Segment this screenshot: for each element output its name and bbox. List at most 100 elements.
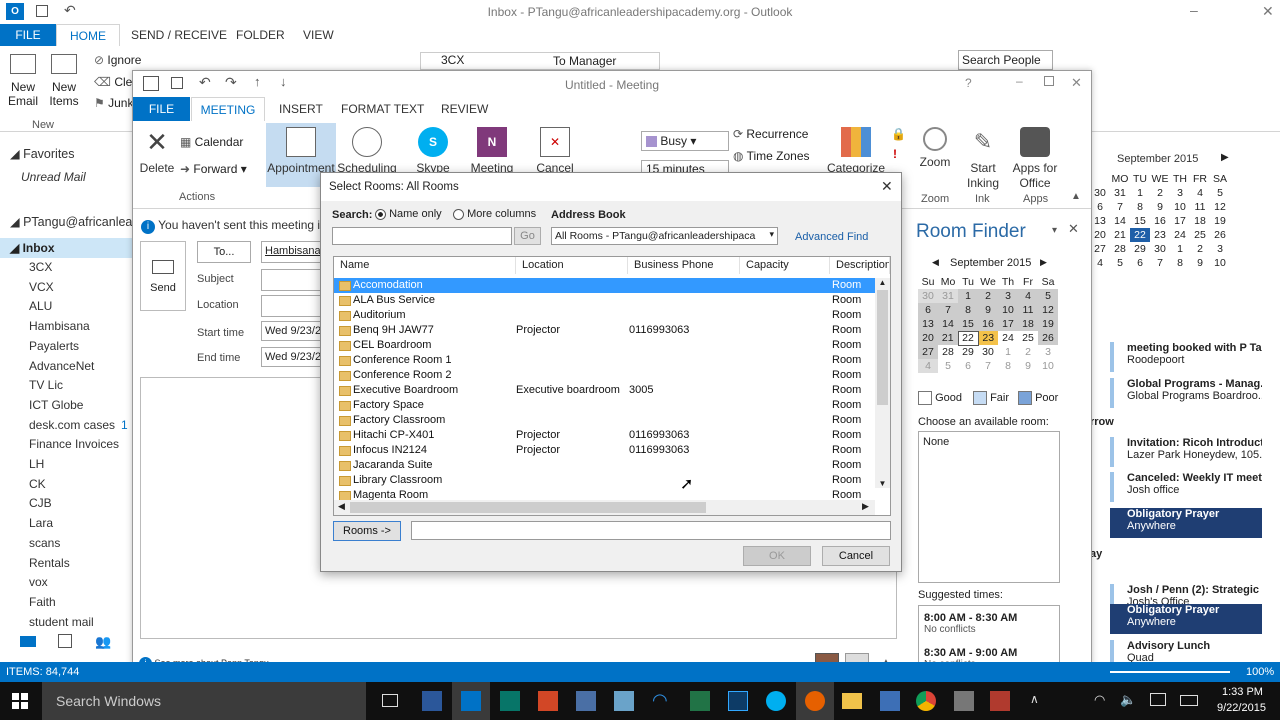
rf-day[interactable]: 30 xyxy=(918,289,938,303)
close-button[interactable]: ✕ xyxy=(1262,3,1274,20)
todo-day[interactable]: 12 xyxy=(1210,200,1230,214)
junk-button[interactable]: ⚑ Junk xyxy=(94,96,133,110)
show-as-select[interactable]: Busy ▾ xyxy=(641,131,729,151)
dialog-close-button[interactable]: ✕ xyxy=(881,178,893,195)
selected-rooms-field[interactable] xyxy=(411,521,891,540)
room-finder-menu-icon[interactable]: ▾ xyxy=(1052,225,1057,236)
cancel-meeting-button[interactable]: ✕ Cancel xyxy=(533,127,577,175)
todo-day[interactable]: 15 xyxy=(1130,214,1150,228)
rf-day[interactable]: 21 xyxy=(938,331,958,345)
todo-day[interactable]: 2 xyxy=(1150,186,1170,200)
app-taskbar-icon[interactable] xyxy=(614,691,634,711)
rf-day[interactable]: 8 xyxy=(958,303,978,317)
rf-day-selected[interactable]: 23 xyxy=(978,331,998,345)
favorites-header[interactable]: ◢ Favorites xyxy=(10,146,75,161)
todo-day[interactable]: 3 xyxy=(1210,242,1230,256)
high-importance-icon[interactable]: ! xyxy=(893,147,897,161)
help-icon[interactable]: ? xyxy=(965,76,972,90)
rf-day[interactable]: 7 xyxy=(978,359,998,373)
todo-day[interactable]: 23 xyxy=(1150,228,1170,242)
todo-day[interactable]: 10 xyxy=(1210,256,1230,270)
rf-day[interactable]: 6 xyxy=(958,359,978,373)
column-location[interactable]: Location xyxy=(516,257,628,274)
onenote-meeting-button[interactable]: N Meeting xyxy=(469,127,515,175)
rf-day[interactable]: 5 xyxy=(938,359,958,373)
rf-day[interactable]: 6 xyxy=(918,303,938,317)
rf-day[interactable]: 3 xyxy=(1038,345,1058,359)
rf-day[interactable]: 10 xyxy=(998,303,1018,317)
collapse-ribbon-icon[interactable]: ▲ xyxy=(1071,191,1081,202)
app-taskbar-icon[interactable] xyxy=(880,691,900,711)
notification-icon[interactable] xyxy=(1150,693,1166,706)
zoom-button[interactable]: Zoom xyxy=(913,127,957,169)
tab-meeting[interactable]: MEETING xyxy=(191,97,265,122)
available-room-list[interactable]: None xyxy=(918,431,1060,583)
tab-folder[interactable]: FOLDER xyxy=(236,28,285,42)
room-row[interactable]: Factory Classroom Room xyxy=(334,413,876,428)
folder-item[interactable]: Payalerts xyxy=(29,339,85,353)
todo-day[interactable]: 6 xyxy=(1130,256,1150,270)
todo-day[interactable]: 28 xyxy=(1110,242,1130,256)
todo-day[interactable]: 21 xyxy=(1110,228,1130,242)
todo-day[interactable]: 18 xyxy=(1190,214,1210,228)
todo-day-today[interactable]: 22 xyxy=(1130,228,1150,242)
to-button[interactable]: To... xyxy=(197,241,251,263)
todo-day[interactable]: 8 xyxy=(1170,256,1190,270)
scroll-up-icon[interactable]: ▲ xyxy=(875,278,890,290)
calendar-nav-icon[interactable] xyxy=(58,634,72,648)
rf-day[interactable]: 5 xyxy=(1038,289,1058,303)
appointment-item[interactable]: Canceled: Weekly IT meeti... Josh office xyxy=(1110,472,1262,502)
folder-item[interactable]: vox xyxy=(29,575,54,589)
tab-format-text[interactable]: FORMAT TEXT xyxy=(341,102,424,116)
skype-taskbar-icon[interactable] xyxy=(766,691,786,711)
hscroll-thumb[interactable] xyxy=(350,502,706,513)
room-row[interactable]: Conference Room 2 Room xyxy=(334,368,876,383)
room-row[interactable]: Conference Room 1 Room xyxy=(334,353,876,368)
ignore-button[interactable]: ⊘ Ignore xyxy=(94,53,141,67)
firefox-taskbar-icon[interactable] xyxy=(796,682,834,720)
column-business-phone[interactable]: Business Phone xyxy=(628,257,740,274)
rf-day[interactable]: 4 xyxy=(1018,289,1038,303)
todo-day[interactable]: 25 xyxy=(1190,228,1210,242)
folder-item[interactable]: scans xyxy=(29,536,66,550)
apps-for-office-button[interactable]: Apps for Office xyxy=(1009,127,1061,191)
todo-day[interactable]: 3 xyxy=(1170,186,1190,200)
address-book-select[interactable]: All Rooms - PTangu@africanleadershipaca … xyxy=(551,227,778,245)
todo-day[interactable]: 1 xyxy=(1170,242,1190,256)
rf-day[interactable]: 28 xyxy=(938,345,958,359)
send-button[interactable]: Send xyxy=(140,241,186,311)
private-icon[interactable]: 🔒 xyxy=(891,127,906,141)
todo-day[interactable]: 5 xyxy=(1210,186,1230,200)
room-row[interactable]: Factory Space Room xyxy=(334,398,876,413)
skype-meeting-button[interactable]: S Skype xyxy=(411,127,455,175)
todo-day[interactable]: 7 xyxy=(1110,200,1130,214)
rf-day[interactable]: 29 xyxy=(958,345,978,359)
appointment-item[interactable]: meeting booked with P Ta... Roodepoort xyxy=(1110,342,1262,372)
rf-day[interactable]: 18 xyxy=(1018,317,1038,331)
clock-date[interactable]: 9/22/2015 xyxy=(1217,702,1266,714)
folder-item[interactable]: Lara xyxy=(29,516,59,530)
folder-item[interactable]: ALU xyxy=(29,299,58,313)
room-finder-close-icon[interactable]: ✕ xyxy=(1068,221,1079,237)
rf-day[interactable]: 4 xyxy=(918,359,938,373)
minimize-button[interactable]: – xyxy=(1190,2,1198,18)
tab-send-receive[interactable]: SEND / RECEIVE xyxy=(131,28,227,42)
rf-day[interactable]: 13 xyxy=(918,317,938,331)
rf-day[interactable]: 17 xyxy=(998,317,1018,331)
zoom-slider[interactable] xyxy=(1110,671,1230,673)
todo-day[interactable]: 7 xyxy=(1150,256,1170,270)
maximize-button[interactable] xyxy=(1044,76,1054,86)
new-email-button[interactable]: New Email xyxy=(6,54,40,108)
rf-day[interactable]: 16 xyxy=(978,317,998,331)
todo-day[interactable]: 14 xyxy=(1110,214,1130,228)
rooms-button[interactable]: Rooms -> xyxy=(333,521,401,541)
todo-next-month-icon[interactable]: ▶ xyxy=(1221,152,1229,163)
todo-day[interactable]: 20 xyxy=(1090,228,1110,242)
tab-review[interactable]: REVIEW xyxy=(441,102,488,116)
folder-item[interactable]: VCX xyxy=(29,280,60,294)
scroll-thumb[interactable] xyxy=(877,290,888,405)
wifi-taskbar-icon[interactable]: ◠ xyxy=(652,690,668,711)
cancel-button[interactable]: Cancel xyxy=(822,546,890,566)
tab-view[interactable]: VIEW xyxy=(303,28,334,42)
forward-button[interactable]: ➜ Forward ▾ xyxy=(180,162,247,176)
